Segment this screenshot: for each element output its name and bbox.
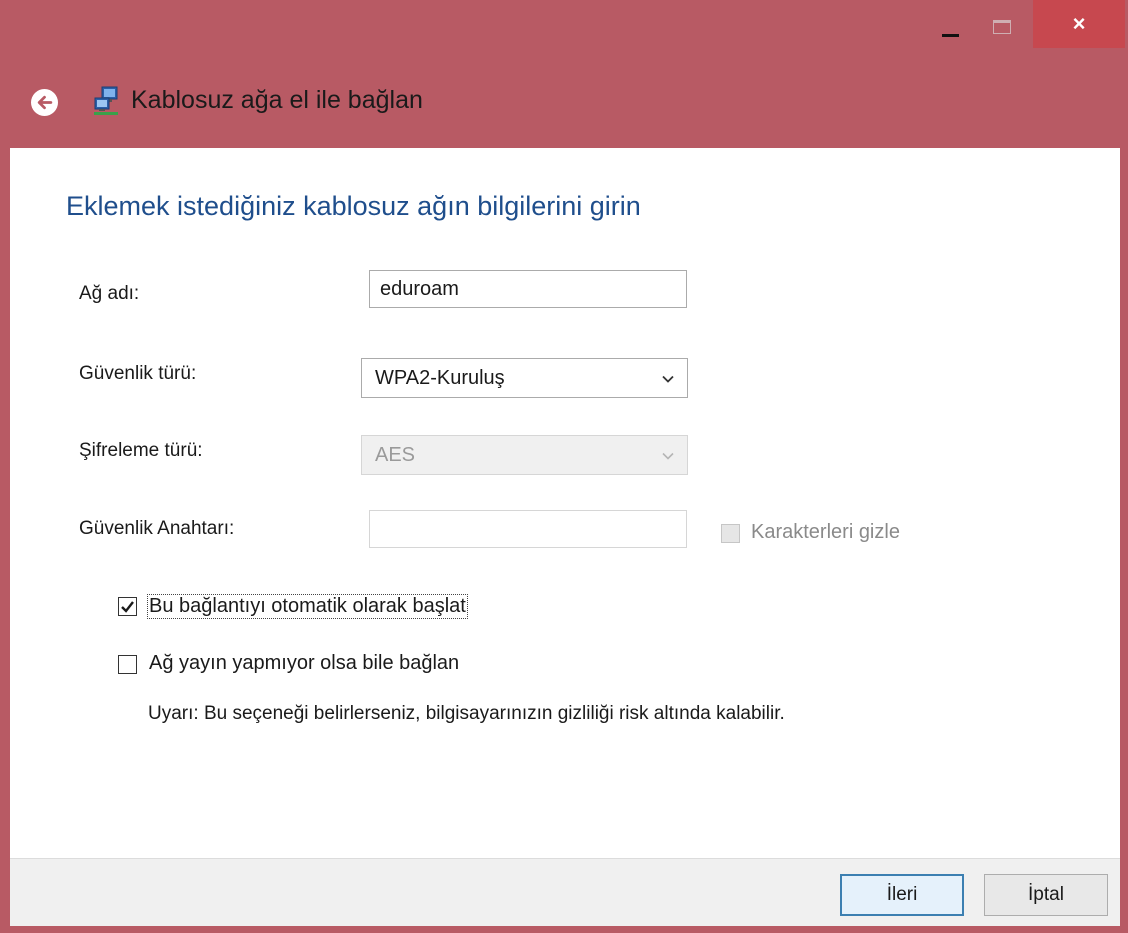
close-button[interactable]: ×	[1033, 0, 1125, 48]
next-button[interactable]: İleri	[840, 874, 964, 916]
maximize-button[interactable]	[988, 0, 1034, 48]
close-icon: ×	[1072, 11, 1086, 36]
hide-characters-checkbox[interactable]	[721, 524, 740, 543]
security-type-label: Güvenlik türü:	[79, 363, 197, 384]
encryption-type-label: Şifreleme türü:	[79, 440, 203, 461]
dialog-window: × Kablosuz ağa el ile bağlan Eklemek ist…	[0, 0, 1128, 933]
back-arrow-icon	[37, 95, 53, 110]
network-connection-icon	[94, 86, 118, 115]
security-type-value: WPA2-Kuruluş	[375, 367, 505, 389]
title-bar[interactable]: ×	[0, 0, 1128, 60]
checkmark-icon	[121, 601, 134, 613]
hide-characters-label: Karakterleri gizle	[751, 521, 900, 543]
window-title: Kablosuz ağa el ile bağlan	[131, 86, 423, 114]
page-heading: Eklemek istediğiniz kablosuz ağın bilgil…	[66, 191, 641, 221]
encryption-type-select[interactable]: AES	[361, 435, 688, 475]
network-name-label: Ağ adı:	[79, 283, 140, 304]
network-name-input[interactable]: eduroam	[369, 270, 687, 308]
cancel-button[interactable]: İptal	[984, 874, 1108, 916]
auto-start-checkbox[interactable]	[118, 597, 137, 616]
content-area	[10, 148, 1120, 858]
auto-start-label[interactable]: Bu bağlantıyı otomatik olarak başlat	[147, 594, 468, 619]
chevron-down-icon	[662, 375, 674, 383]
privacy-warning: Uyarı: Bu seçeneği belirlerseniz, bilgis…	[148, 703, 785, 724]
encryption-type-value: AES	[375, 444, 416, 466]
connect-hidden-label[interactable]: Ağ yayın yapmıyor olsa bile bağlan	[149, 652, 459, 675]
minimize-button[interactable]	[935, 0, 981, 48]
security-type-select[interactable]: WPA2-Kuruluş	[361, 358, 688, 398]
chevron-down-icon	[662, 452, 674, 460]
connect-hidden-checkbox[interactable]	[118, 655, 137, 674]
back-button[interactable]	[31, 89, 58, 116]
security-key-input[interactable]	[369, 510, 687, 548]
security-key-label: Güvenlik Anahtarı:	[79, 518, 235, 539]
